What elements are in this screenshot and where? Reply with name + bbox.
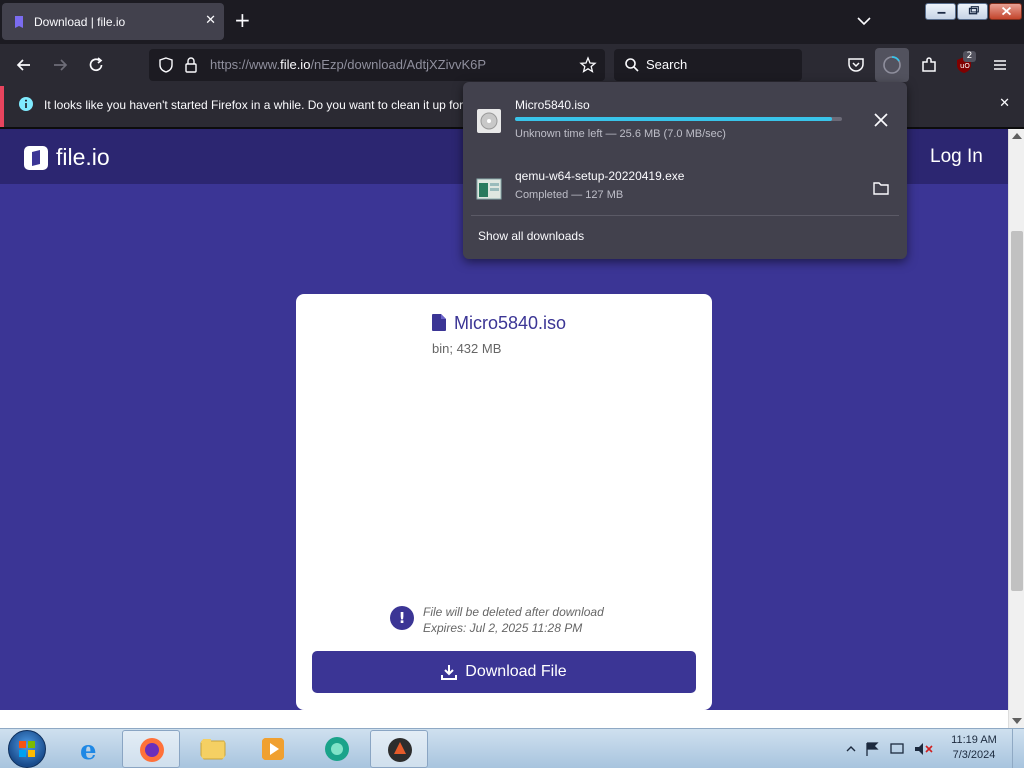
show-desktop-button[interactable] (1012, 729, 1024, 768)
cancel-download-icon[interactable] (872, 111, 890, 129)
panel-divider (471, 215, 899, 216)
taskbar-file-explorer[interactable] (184, 730, 242, 768)
show-all-downloads-button[interactable]: Show all downloads (478, 229, 584, 243)
scrollbar-thumb[interactable] (1011, 231, 1023, 591)
restore-button[interactable] (957, 3, 988, 20)
taskbar-app[interactable] (308, 730, 366, 768)
svg-text:e: e (80, 736, 97, 763)
extensions-puzzle-icon[interactable] (919, 55, 939, 75)
fileio-logo-icon[interactable] (24, 146, 48, 170)
bookmark-star-icon[interactable] (579, 56, 597, 74)
scroll-down-arrow-icon[interactable] (1012, 718, 1022, 724)
info-icon (19, 97, 33, 111)
download-item[interactable]: Micro5840.iso Unknown time left — 25.6 M… (463, 88, 907, 152)
clock-time: 11:19 AM (951, 734, 997, 746)
app-icon-2 (388, 738, 412, 762)
firefox-icon (140, 738, 164, 762)
address-bar[interactable]: https://www.file.io/nEzp/download/AdtjXZ… (149, 49, 605, 81)
login-link[interactable]: Log In (930, 146, 983, 168)
expiry-text: Expires: Jul 2, 2025 11:28 PM (423, 621, 583, 635)
scroll-up-arrow-icon[interactable] (1012, 133, 1022, 139)
ublock-badge-count: 2 (963, 51, 976, 62)
download-file-button[interactable]: Download File (312, 651, 696, 693)
hamburger-menu-icon[interactable] (990, 55, 1010, 75)
forward-icon[interactable] (50, 55, 70, 75)
taskbar-clock[interactable]: 11:19 AM 7/3/2024 (944, 733, 1004, 763)
file-meta: bin; 432 MB (432, 341, 502, 356)
deletion-warning: File will be deleted after download (423, 605, 604, 619)
search-placeholder: Search (646, 57, 688, 72)
page-scrollbar[interactable] (1008, 129, 1024, 728)
file-name: Micro5840.iso (454, 313, 567, 333)
tab-title: Download | file.io (34, 14, 126, 29)
download-item[interactable]: qemu-w64-setup-20220419.exe Completed — … (463, 156, 907, 220)
file-icon (432, 314, 446, 331)
tab-close-icon[interactable]: ✕ (205, 13, 216, 28)
clock-date: 7/3/2024 (952, 749, 996, 761)
taskbar-internet-explorer[interactable]: e (62, 730, 120, 768)
windows-logo-icon (19, 741, 35, 757)
downloads-progress-icon (883, 56, 901, 74)
reload-icon[interactable] (86, 55, 106, 75)
app-icon (325, 737, 349, 761)
url-text[interactable]: https://www.file.io/nEzp/download/AdtjXZ… (210, 57, 486, 72)
search-icon (625, 58, 639, 72)
download-filename: Micro5840.iso (515, 98, 590, 112)
disc-image-icon (477, 109, 501, 133)
exclamation-icon: ! (390, 606, 414, 630)
close-window-button[interactable] (989, 3, 1022, 20)
downloads-button[interactable] (875, 48, 909, 82)
download-file-label: Download File (465, 663, 567, 680)
page-bottom-area (0, 710, 1008, 728)
new-tab-button[interactable]: + (234, 10, 251, 30)
minimize-button[interactable] (925, 3, 956, 20)
file-explorer-icon (200, 739, 226, 760)
fileio-favicon-icon (15, 15, 23, 28)
system-tray-icons[interactable] (845, 741, 935, 757)
media-player-icon (262, 738, 284, 760)
folder-icon[interactable] (872, 179, 890, 197)
taskbar-firefox[interactable] (122, 730, 180, 768)
list-all-tabs-icon[interactable] (855, 12, 873, 30)
tab-strip: Download | file.io ✕ + (0, 0, 1024, 44)
download-icon (441, 665, 458, 680)
start-button[interactable] (8, 730, 46, 768)
search-bar[interactable]: Search (614, 49, 802, 81)
internet-explorer-icon: e (80, 736, 97, 763)
tab-download-fileio[interactable]: Download | file.io ✕ (2, 3, 224, 40)
svg-text:uO: uO (960, 62, 970, 70)
download-status: Unknown time left — 25.6 MB (7.0 MB/sec) (515, 128, 726, 140)
navigation-toolbar: https://www.file.io/nEzp/download/AdtjXZ… (0, 44, 1024, 86)
exe-icon (476, 178, 502, 200)
notification-message: It looks like you haven't started Firefo… (44, 98, 464, 112)
tracking-protection-shield-icon[interactable] (157, 56, 175, 74)
download-progress-fill (515, 117, 833, 121)
taskbar-app-2[interactable] (370, 730, 428, 768)
notification-close-icon[interactable]: ✕ (999, 96, 1010, 111)
download-status: Completed — 127 MB (515, 189, 624, 201)
file-card: Micro5840.iso bin; 432 MB ! File will be… (296, 294, 712, 710)
download-filename: qemu-w64-setup-20220419.exe (515, 169, 685, 183)
windows-taskbar: e 11:19 AM 7/3/2024 (0, 728, 1024, 768)
download-progress-bar (515, 117, 842, 121)
back-icon[interactable] (14, 55, 34, 75)
site-logo-text[interactable]: file.io (56, 144, 110, 171)
pocket-icon[interactable] (846, 55, 866, 75)
taskbar-media-player[interactable] (244, 730, 302, 768)
downloads-panel: Micro5840.iso Unknown time left — 25.6 M… (463, 82, 907, 259)
lock-icon[interactable] (183, 56, 199, 74)
